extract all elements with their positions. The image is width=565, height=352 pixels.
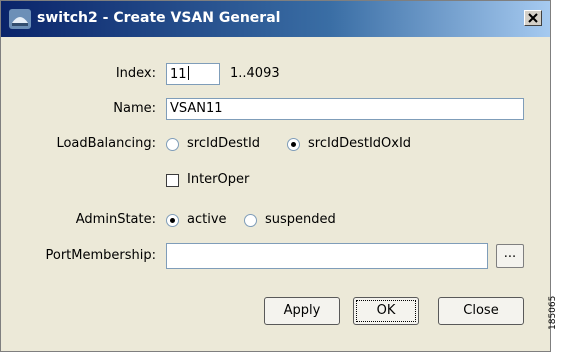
radio-selected-dot: [170, 218, 175, 223]
close-button[interactable]: Close: [438, 297, 524, 325]
radio-label-suspended[interactable]: suspended: [265, 212, 336, 227]
port-membership-browse-button[interactable]: ...: [496, 244, 524, 268]
close-icon: [528, 13, 538, 23]
radio-srcIdDestId[interactable]: [166, 138, 179, 151]
apply-button[interactable]: Apply: [264, 297, 340, 325]
index-input[interactable]: 11: [166, 63, 220, 85]
radio-label-srcIdDestIdOxId[interactable]: srcIdDestIdOxId: [308, 136, 411, 151]
text-caret: [187, 66, 189, 80]
radio-label-active[interactable]: active: [187, 212, 227, 227]
switch-app-icon: [9, 9, 31, 29]
name-value: VSAN11: [170, 101, 223, 116]
load-balancing-label: LoadBalancing:: [56, 136, 156, 151]
index-value: 11: [170, 67, 187, 82]
name-label: Name:: [113, 101, 156, 116]
radio-srcIdDestIdOxId[interactable]: [287, 138, 300, 151]
radio-label-srcIdDestId[interactable]: srcIdDestId: [187, 136, 260, 151]
index-label: Index:: [115, 66, 156, 81]
admin-state-label: AdminState:: [75, 212, 156, 227]
figure-id: 185065: [548, 295, 558, 330]
ok-button[interactable]: OK: [353, 297, 419, 325]
close-window-button[interactable]: [524, 10, 542, 26]
interoper-label[interactable]: InterOper: [187, 172, 249, 187]
window-title: switch2 - Create VSAN General: [37, 10, 281, 26]
title-bar[interactable]: switch2 - Create VSAN General: [1, 1, 550, 37]
index-range-hint: 1..4093: [230, 66, 280, 81]
interoper-checkbox[interactable]: [166, 174, 179, 187]
port-membership-label: PortMembership:: [45, 248, 157, 263]
radio-active[interactable]: [166, 214, 179, 227]
port-membership-input[interactable]: [166, 243, 488, 269]
radio-selected-dot: [291, 142, 296, 147]
name-input[interactable]: VSAN11: [166, 98, 524, 120]
radio-suspended[interactable]: [244, 214, 257, 227]
create-vsan-dialog: switch2 - Create VSAN General Index: 11 …: [0, 0, 551, 352]
